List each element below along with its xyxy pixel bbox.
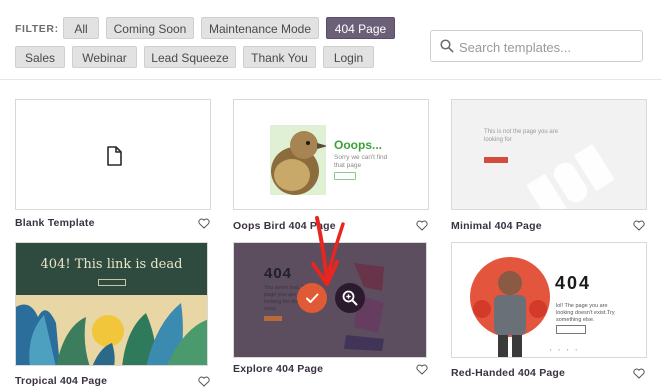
heart-outline-icon[interactable]	[633, 220, 645, 231]
oops-text: Sorry we can't find that page	[334, 154, 388, 169]
template-title: Minimal 404 Page	[451, 220, 542, 232]
minimal-text: This is not the page you are looking for	[484, 129, 559, 143]
filter-maintenance-mode[interactable]: Maintenance Mode	[201, 17, 319, 39]
filter-all[interactable]: All	[63, 17, 99, 39]
template-title: Red-Handed 404 Page	[451, 367, 566, 379]
red-handed-footer-links: ▪ ▪ ▪ ▪	[550, 347, 581, 352]
template-card-blank[interactable]	[15, 99, 211, 210]
template-card-minimal[interactable]: This is not the page you are looking for	[451, 99, 647, 210]
divider	[0, 79, 662, 80]
template-title: Explore 404 Page	[233, 363, 324, 375]
search-box[interactable]	[430, 30, 643, 62]
filter-login[interactable]: Login	[323, 46, 374, 68]
filter-label: FILTER:	[15, 23, 59, 35]
explore-heading: 404	[264, 265, 293, 282]
template-card-red-handed[interactable]: 404 lol! The page you are looking doesn'…	[451, 242, 647, 358]
template-card-oops-bird[interactable]: Ooops... Sorry we can't find that page	[233, 99, 429, 210]
oops-preview-button	[334, 172, 356, 180]
bird-image	[270, 125, 326, 195]
filter-404-page[interactable]: 404 Page	[326, 17, 395, 39]
minimal-button	[484, 157, 508, 163]
heart-outline-icon[interactable]	[416, 364, 428, 375]
red-arrow-icon	[311, 216, 345, 286]
heart-outline-icon[interactable]	[198, 376, 210, 387]
filter-thank-you[interactable]: Thank You	[243, 46, 316, 68]
red-handed-photo	[470, 257, 550, 357]
filter-lead-squeeze[interactable]: Lead Squeeze	[144, 46, 236, 68]
template-title: Tropical 404 Page	[15, 375, 108, 387]
oops-heading: Ooops...	[334, 138, 382, 152]
heart-outline-icon[interactable]	[633, 368, 645, 379]
tropical-button	[98, 279, 126, 286]
red-handed-heading: 404	[555, 273, 592, 293]
search-icon	[440, 39, 454, 53]
tropical-heading: 404! This link is dead	[40, 257, 183, 272]
template-card-tropical[interactable]: 404! This link is dead	[15, 242, 208, 366]
search-input[interactable]	[457, 37, 641, 57]
red-handed-button	[556, 325, 586, 334]
heart-outline-icon[interactable]	[198, 218, 210, 229]
heart-outline-icon[interactable]	[416, 220, 428, 231]
filter-webinar[interactable]: Webinar	[72, 46, 137, 68]
filter-sales[interactable]: Sales	[15, 46, 65, 68]
template-title: Blank Template	[15, 217, 95, 229]
red-handed-text: lol! The page you are looking doesn't ex…	[556, 303, 615, 323]
document-icon	[107, 146, 122, 166]
filter-coming-soon[interactable]: Coming Soon	[106, 17, 194, 39]
explore-button	[264, 316, 282, 321]
